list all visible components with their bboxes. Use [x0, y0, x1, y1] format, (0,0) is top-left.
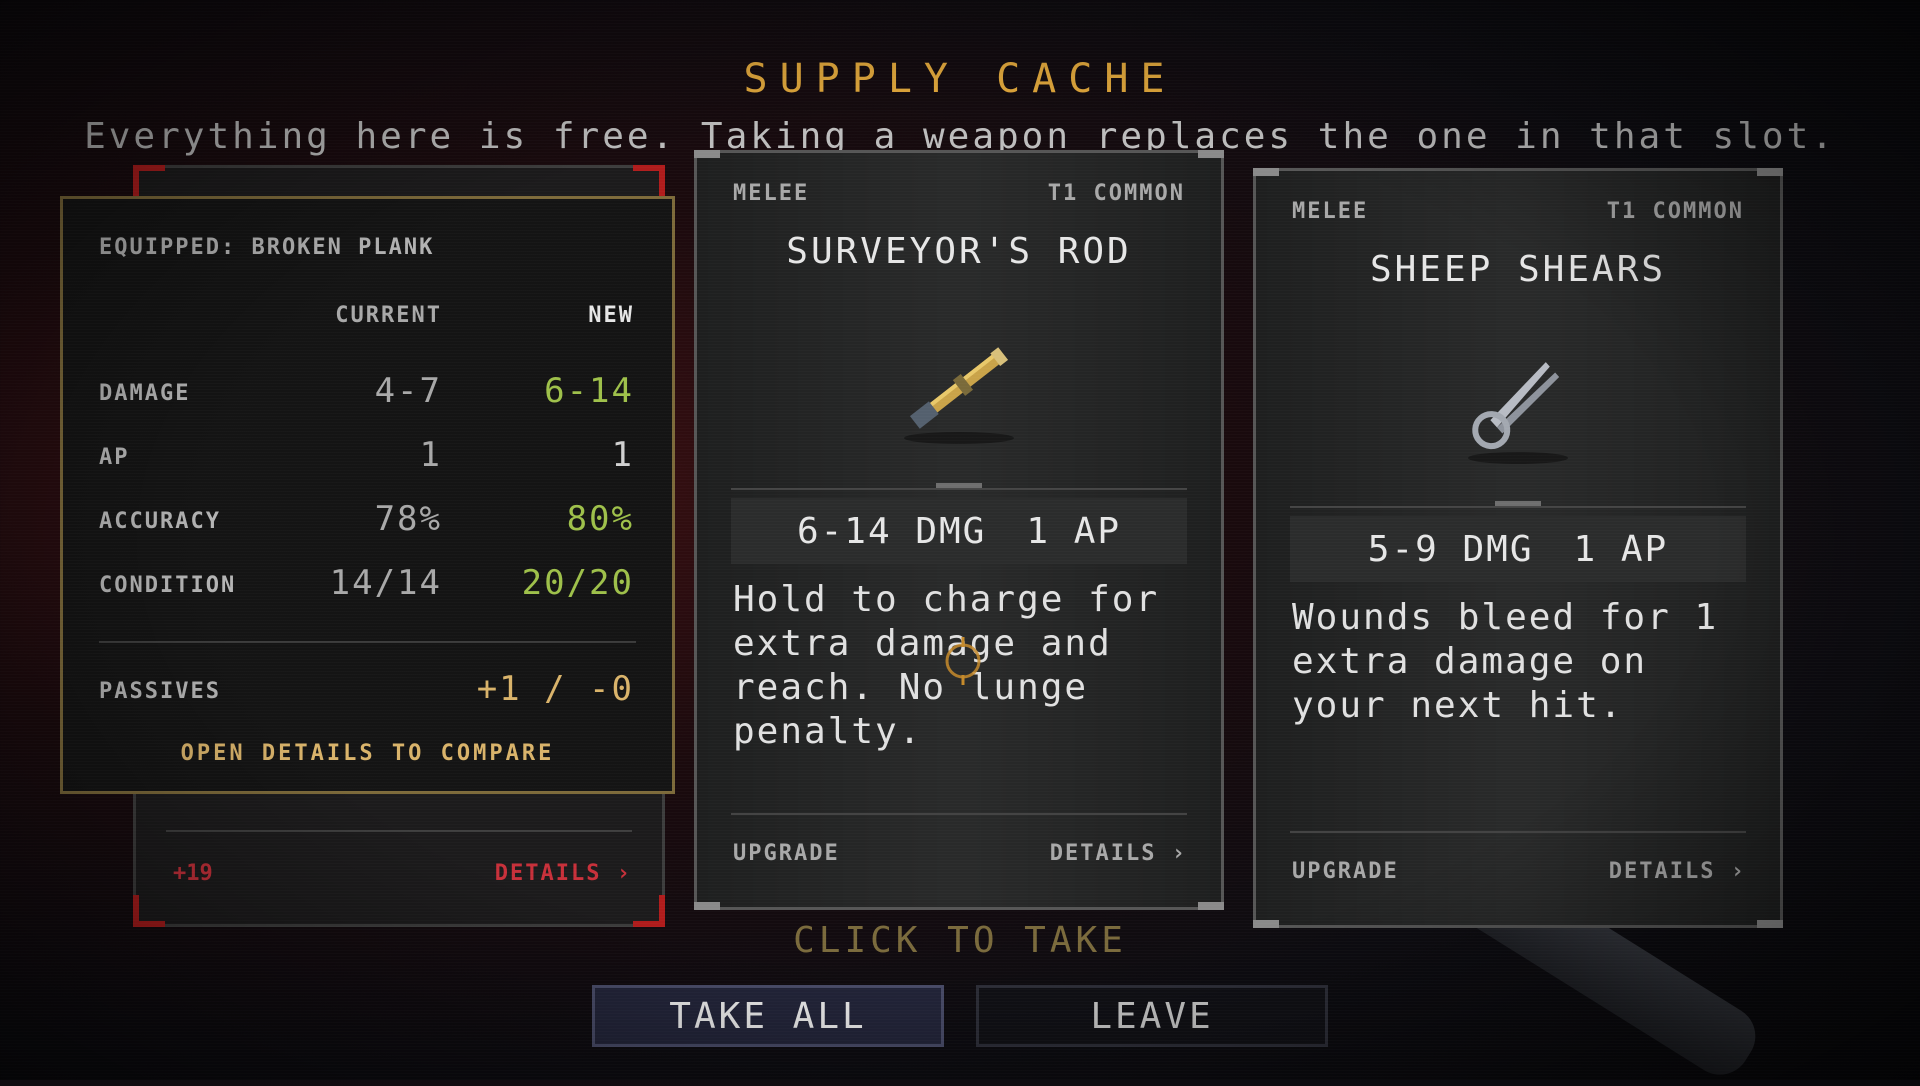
weapon-ap: 1 AP — [1026, 510, 1122, 552]
stat-label-condition: CONDITION — [99, 573, 237, 598]
weapon-stats: 5-9 DMG 1 AP — [1290, 516, 1746, 582]
details-button[interactable]: DETAILS › — [495, 861, 632, 886]
card-divider — [166, 830, 632, 832]
card-corner — [1757, 168, 1783, 176]
weapon-name: SURVEYOR'S ROD — [786, 231, 1132, 272]
stat-current-condition: 14/14 — [329, 563, 442, 603]
weapon-damage: 5-9 DMG — [1367, 528, 1534, 570]
weapon-damage: 6-14 DMG — [796, 510, 987, 552]
stat-label-damage: DAMAGE — [99, 381, 191, 406]
passives-value: +1 / -0 — [476, 669, 634, 709]
weapon-description: Wounds bleed for 1 extra damage on your … — [1292, 597, 1719, 726]
weapon-tier: T1 COMMON — [1047, 181, 1185, 206]
card-divider — [731, 488, 1187, 490]
stat-label-ap: AP — [99, 445, 130, 470]
weapon-card-surveyors-rod[interactable]: MELEE T1 COMMON SURVEYOR'S ROD 6-14 DMG … — [694, 150, 1224, 910]
weapon-category: MELEE — [733, 181, 810, 206]
upgrade-bonus: +19 — [173, 861, 213, 886]
card-corner — [694, 150, 720, 158]
card-divider — [1290, 506, 1746, 508]
stat-current-accuracy: 78% — [374, 499, 442, 539]
upgrade-button[interactable]: UPGRADE — [1292, 859, 1399, 884]
col-current-header: CURRENT — [335, 303, 442, 328]
rod-icon — [904, 347, 1014, 444]
equipped-label: EQUIPPED: BROKEN PLANK — [99, 235, 435, 260]
compare-divider — [99, 641, 636, 643]
weapon-category: MELEE — [1292, 199, 1369, 224]
card-divider — [731, 813, 1187, 815]
shears-icon — [1468, 362, 1568, 464]
card-corner — [694, 902, 720, 910]
stat-new-damage: 6-14 — [544, 371, 634, 411]
passives-label: PASSIVES — [99, 679, 221, 704]
take-all-button[interactable]: TAKE ALL — [592, 985, 944, 1047]
stat-current-ap: 1 — [419, 435, 442, 475]
details-button[interactable]: DETAILS › — [1050, 841, 1187, 866]
weapon-card-sheep-shears[interactable]: MELEE T1 COMMON SHEEP SHEARS 5-9 DMG 1 A… — [1253, 168, 1783, 928]
details-button[interactable]: DETAILS › — [1609, 859, 1746, 884]
upgrade-button[interactable]: UPGRADE — [733, 841, 840, 866]
stat-new-condition: 20/20 — [521, 563, 634, 603]
weapon-name: SHEEP SHEARS — [1369, 249, 1667, 290]
card-corner — [659, 165, 665, 197]
weapon-ap: 1 AP — [1573, 528, 1669, 570]
stat-current-damage: 4-7 — [374, 371, 442, 411]
card-corner — [133, 165, 139, 197]
weapon-stats: 6-14 DMG 1 AP — [731, 498, 1187, 564]
stat-new-ap: 1 — [611, 435, 634, 475]
card-divider — [1290, 831, 1746, 833]
open-details-hint: OPEN DETAILS TO COMPARE — [180, 741, 555, 766]
col-new-header: NEW — [588, 303, 634, 328]
page-title: SUPPLY CACHE — [743, 56, 1177, 102]
card-corner — [1198, 902, 1224, 910]
card-corner — [1198, 150, 1224, 158]
card-corner — [1253, 168, 1279, 176]
stat-new-accuracy: 80% — [566, 499, 634, 539]
leave-button[interactable]: LEAVE — [976, 985, 1328, 1047]
compare-panel: EQUIPPED: BROKEN PLANK CURRENT NEW DAMAG… — [60, 196, 675, 794]
crosshair-cursor-icon — [945, 637, 981, 685]
weapon-tier: T1 COMMON — [1606, 199, 1744, 224]
click-to-take-hint: CLICK TO TAKE — [793, 920, 1127, 961]
stat-label-accuracy: ACCURACY — [99, 509, 221, 534]
